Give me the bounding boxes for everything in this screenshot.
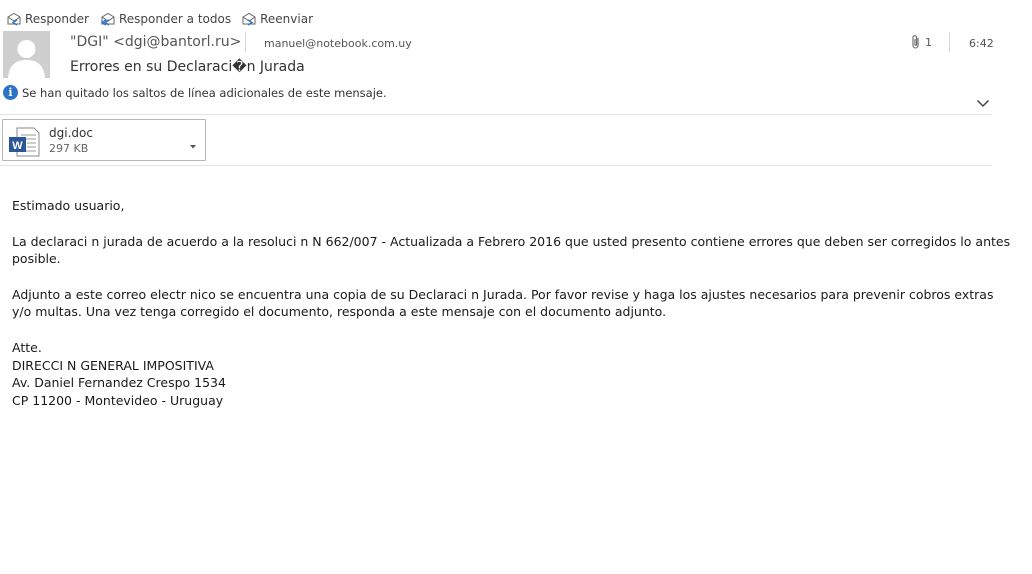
reply-all-icon — [100, 12, 115, 26]
dropdown-arrow-icon — [190, 145, 196, 149]
forward-button[interactable]: Reenviar — [241, 12, 313, 26]
message-subject: Errores en su Declaraci�n Jurada — [70, 59, 305, 75]
reply-button[interactable]: Responder — [6, 12, 89, 26]
attachment-card[interactable]: W dgi.doc 297 KB — [2, 119, 206, 161]
signature-line-1: Atte. — [12, 339, 42, 355]
header-divider — [245, 32, 246, 52]
chevron-down-icon — [976, 99, 990, 108]
sender-avatar[interactable] — [3, 31, 50, 78]
paperclip-icon — [912, 35, 919, 49]
reply-all-button[interactable]: Responder a todos — [99, 12, 231, 26]
recipient-address[interactable]: manuel@notebook.com.uy — [264, 37, 412, 50]
signature-line-3: Av. Daniel Fernandez Crespo 1534 — [12, 375, 226, 391]
avatar-icon — [3, 31, 50, 78]
expand-header-button[interactable] — [976, 93, 990, 112]
attachment-dropdown-button[interactable] — [189, 135, 197, 154]
reply-all-label: Responder a todos — [118, 12, 232, 26]
message-body: Estimado usuario, La declaraci n jurada … — [12, 197, 1012, 409]
word-doc-icon: W — [8, 127, 40, 161]
header-divider-right — [949, 32, 950, 52]
attachment-count-value: 1 — [925, 35, 932, 49]
info-bar: i Se han quitado los saltos de línea adi… — [3, 85, 387, 100]
forward-icon — [242, 12, 256, 26]
body-paragraph-2: Adjunto a este correo electr nico se enc… — [12, 286, 994, 320]
sender-address[interactable]: "DGI" <dgi@bantorl.ru> — [70, 34, 241, 50]
attachment-size: 297 KB — [49, 142, 89, 155]
attachment-name: dgi.doc — [49, 126, 93, 140]
message-toolbar: Responder Responder a todos Reenviar — [6, 10, 323, 28]
svg-text:W: W — [12, 140, 23, 152]
body-paragraph-1: La declaraci n jurada de acuerdo a la re… — [12, 233, 1011, 267]
header-divider-line — [0, 114, 992, 115]
info-notice: Se han quitado los saltos de línea adici… — [22, 85, 387, 100]
attachment-count[interactable]: 1 — [910, 34, 932, 50]
info-icon: i — [3, 85, 18, 100]
reply-icon — [7, 12, 21, 26]
body-greeting: Estimado usuario, — [12, 198, 125, 213]
attachment-divider-line — [0, 165, 992, 166]
reply-label: Responder — [25, 12, 89, 26]
signature-line-2: DIRECCI N GENERAL IMPOSITIVA — [12, 357, 214, 373]
message-time: 6:42 — [969, 37, 994, 50]
forward-label: Reenviar — [260, 12, 314, 26]
signature-line-4: CP 11200 - Montevideo - Uruguay — [12, 392, 224, 408]
